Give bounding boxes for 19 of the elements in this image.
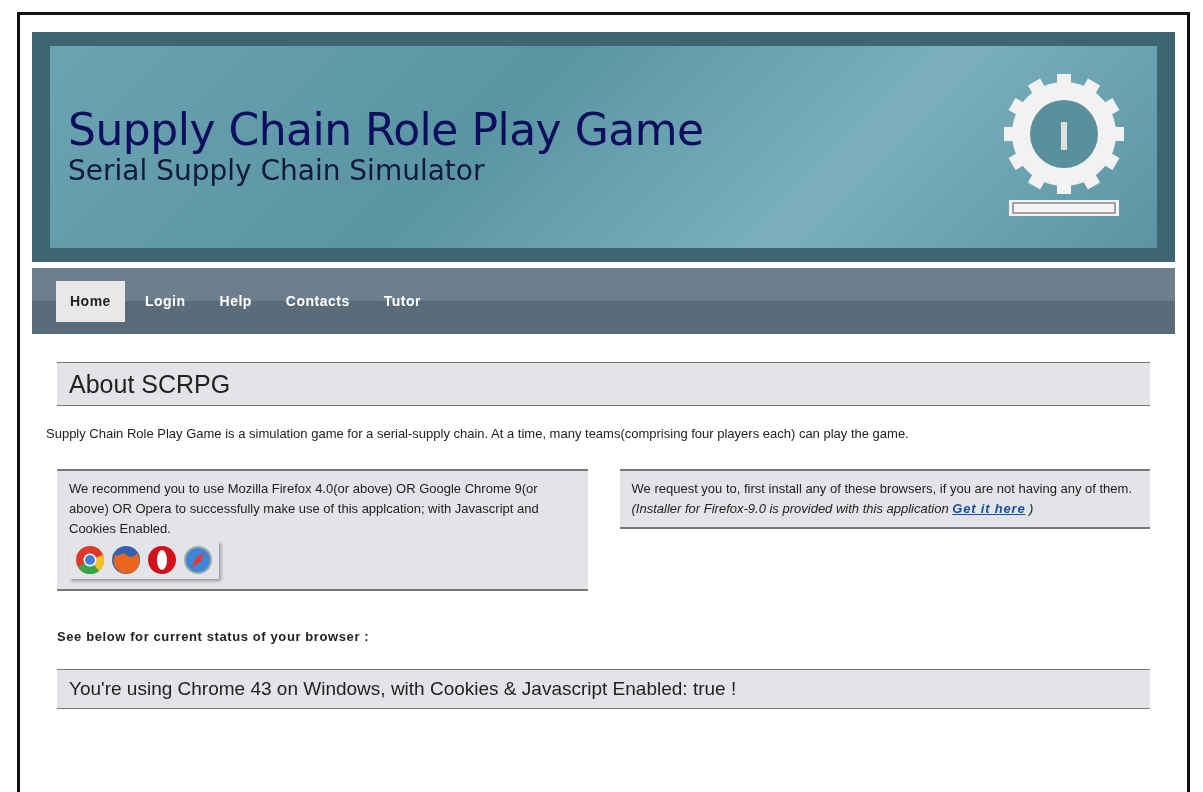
fox-globe-icon <box>111 545 141 576</box>
nav-tab[interactable]: Contacts <box>271 280 364 322</box>
nav-tab[interactable]: Login <box>130 280 200 322</box>
get-it-here-link[interactable]: Get it here <box>952 500 1026 516</box>
letter-o-icon <box>147 545 177 576</box>
browser-status: You're using Chrome 43 on Windows, with Cookies & Javascript Enabled: true ! <box>57 668 1150 710</box>
status-label: See below for current status of your browser : <box>57 628 371 647</box>
recommend-text: We recommend you to use Mozilla Firefox 4.0(or above) OR Google Chrome 9(or above) OR Opera to successfully make use of this applcation; with Javascript and Cookies Enabled. <box>69 479 540 539</box>
section-heading: About SCRPG <box>57 362 1150 406</box>
intro-paragraph: Supply Chain Role Play Game is a simulation game for a serial-supply chain. At a time, many teams(comprising four players each) can play the game. <box>46 425 910 443</box>
installer-note: (Installer for Firefox-9.0 is provided with this application Get it here ) <box>631 499 1035 518</box>
nav-tab[interactable]: Help <box>205 280 266 322</box>
nav-tab[interactable]: Home <box>56 280 125 322</box>
site-title: Supply Chain Role Play Game <box>68 106 704 155</box>
chrome-icon <box>75 545 105 576</box>
site-subtitle: Serial Supply Chain Simulator <box>68 154 486 188</box>
compass-icon <box>183 545 213 576</box>
request-text: We request you to, first install any of these browsers, if you are not having any of them. <box>631 479 1133 498</box>
nav-tab[interactable]: Tutor <box>369 280 435 322</box>
